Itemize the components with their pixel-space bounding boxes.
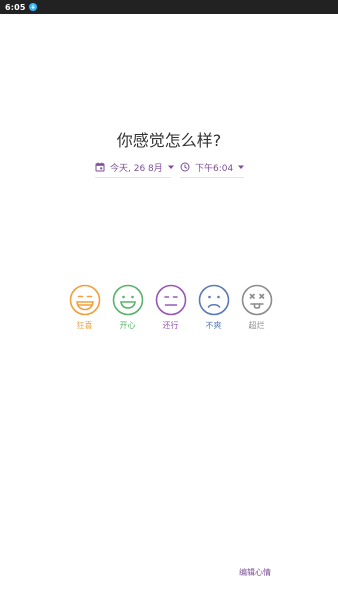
time-label: 下午6:04: [195, 163, 234, 174]
date-picker[interactable]: 今天, 26 8月: [95, 159, 174, 178]
date-underline: [95, 177, 171, 178]
mood-option-happy[interactable]: 开心: [106, 284, 149, 331]
neutral-face-icon: [155, 284, 186, 316]
dead-face-icon: [241, 284, 272, 316]
mood-label: 狂喜: [76, 321, 93, 330]
time-picker[interactable]: 下午6:04: [180, 159, 245, 178]
mood-option-awful[interactable]: 超烂: [235, 284, 278, 331]
mood-label: 开心: [119, 321, 136, 330]
mood-option-okay[interactable]: 还行: [149, 284, 192, 331]
date-label: 今天, 26 8月: [110, 163, 163, 174]
sad-face-icon: [198, 284, 229, 316]
mood-option-upset[interactable]: 不爽: [192, 284, 235, 331]
mood-label: 超烂: [248, 321, 265, 330]
status-bar: 6:05: [0, 0, 338, 14]
smiling-face-icon: [112, 284, 143, 316]
dropdown-arrow-icon: [237, 164, 245, 170]
edit-moods-link[interactable]: 编辑心情: [239, 567, 271, 578]
mood-option-ecstatic[interactable]: 狂喜: [63, 284, 106, 331]
mood-selector: 狂喜 开心 还行 不爽 超烂: [63, 284, 278, 331]
calendar-icon: [95, 162, 105, 172]
mood-label: 不爽: [205, 321, 222, 330]
notification-icon: [28, 3, 37, 11]
clock-icon: [180, 162, 190, 172]
page-title: 你感觉怎么样?: [116, 131, 222, 150]
time-underline: [180, 177, 244, 178]
dropdown-arrow-icon: [167, 164, 175, 170]
grinning-face-icon: [69, 284, 100, 316]
status-time: 6:05: [5, 2, 26, 12]
mood-label: 还行: [162, 321, 179, 330]
